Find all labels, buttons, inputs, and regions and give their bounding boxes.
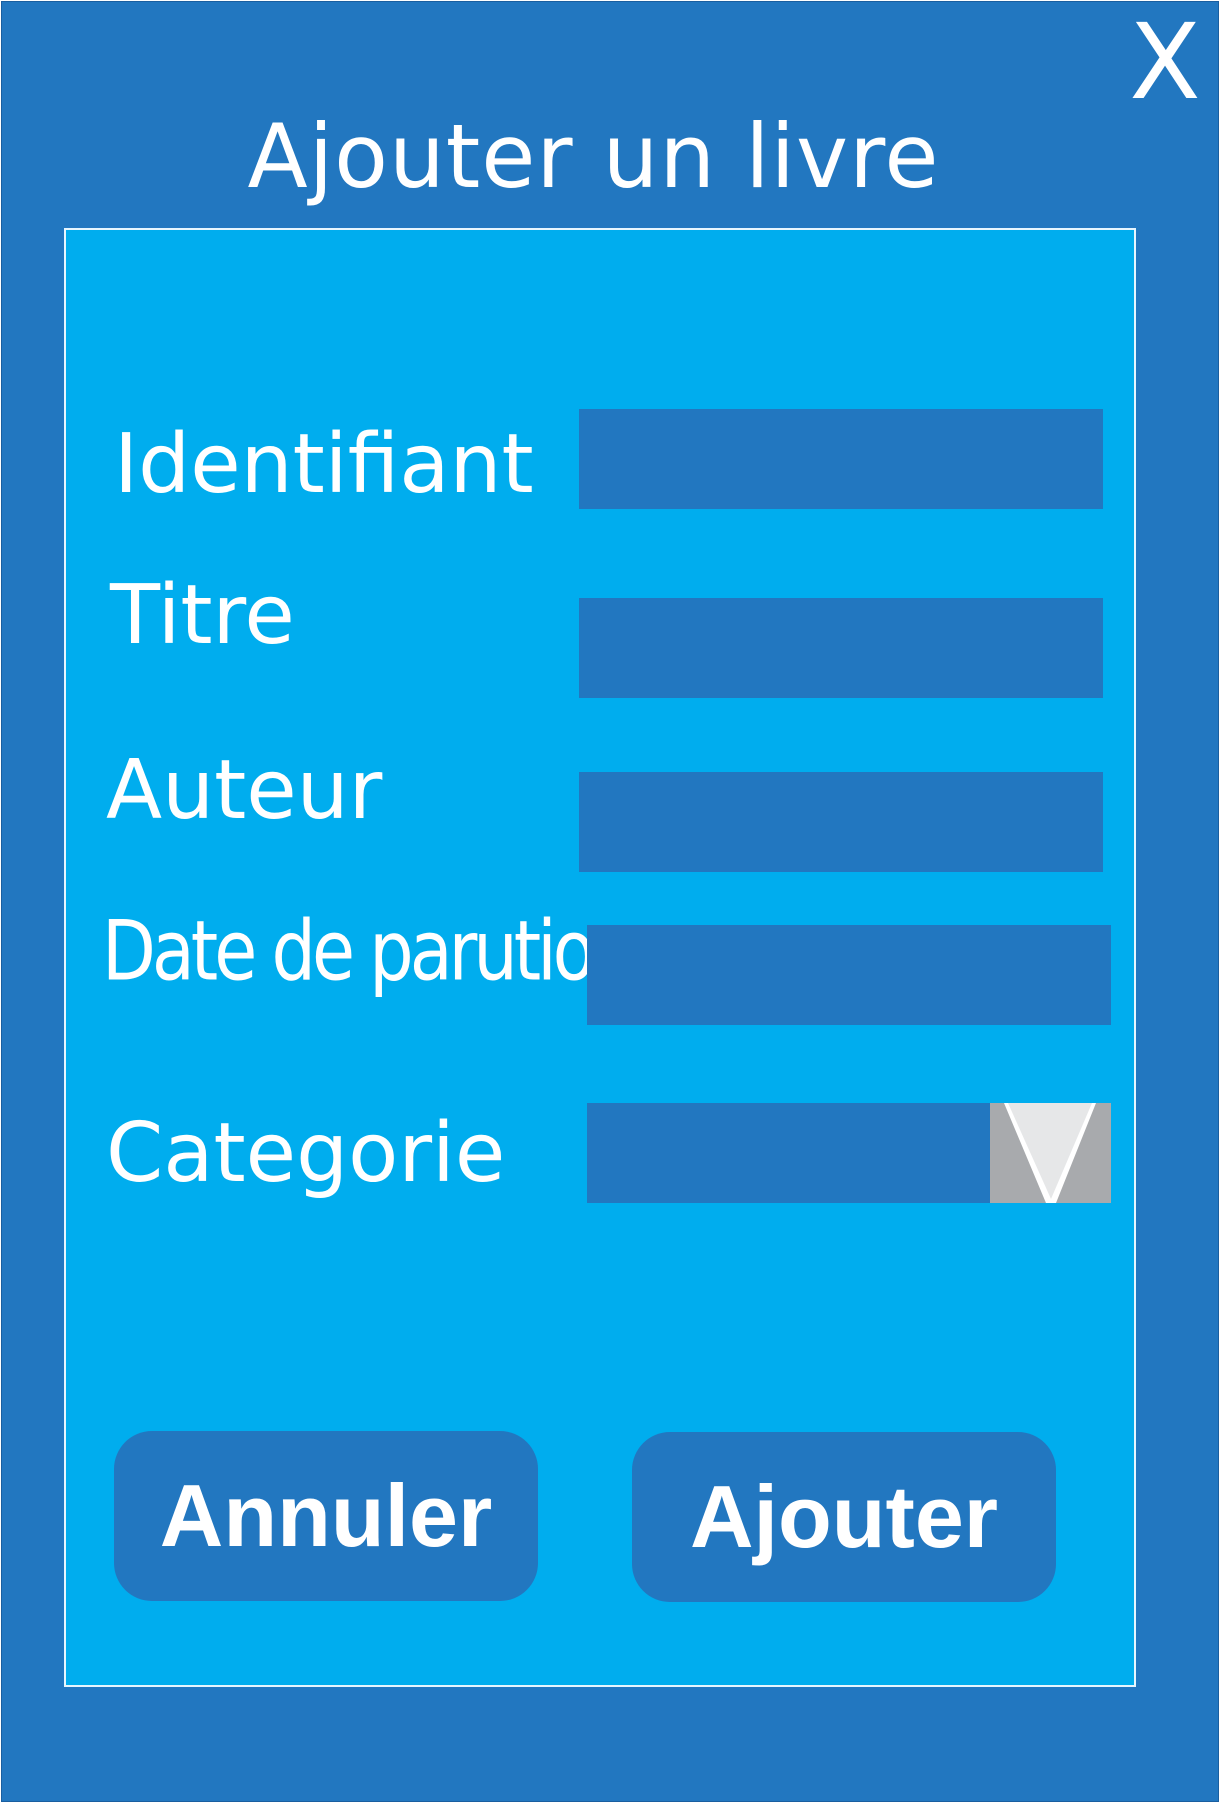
form-panel: Identifiant Titre Auteur Date de parutio… [64,228,1136,1687]
titre-input[interactable] [579,598,1103,698]
dialog-title: Ajouter un livre [247,105,940,208]
triangle-down-icon [1004,1103,1096,1203]
categorie-select[interactable] [587,1103,1111,1203]
auteur-label: Auteur [106,743,383,838]
close-icon: X [1129,1,1201,123]
dropdown-toggle-button[interactable] [990,1103,1111,1203]
cancel-button[interactable]: Annuler [114,1431,538,1601]
auteur-input[interactable] [579,772,1103,872]
categorie-label: Categorie [106,1106,506,1201]
add-book-dialog: X Ajouter un livre Identifiant Titre Aut… [1,1,1219,1802]
titre-label: Titre [110,568,295,663]
close-button[interactable]: X [1120,7,1210,117]
identifiant-label: Identifiant [114,417,534,512]
date-de-parution-input[interactable] [587,925,1111,1025]
date-de-parution-label: Date de parution [102,902,636,1000]
add-button[interactable]: Ajouter [632,1432,1056,1602]
identifiant-input[interactable] [579,409,1103,509]
